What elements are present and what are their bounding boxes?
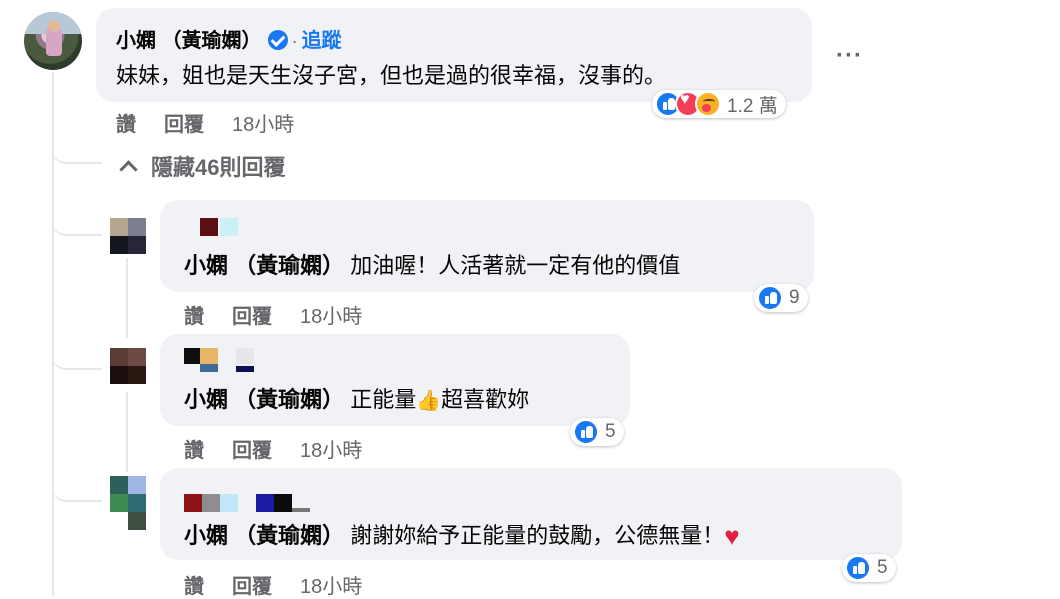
reply-bubble: 小嫻 （黃瑜嫻） 正能量👍超喜歡妳 <box>160 334 630 426</box>
reply-button[interactable]: 回覆 <box>232 306 272 328</box>
verified-badge-icon <box>267 30 288 50</box>
reaction-count: 9 <box>789 287 800 308</box>
reply-author-name-obscured <box>184 494 314 512</box>
reply-button[interactable]: 回覆 <box>232 440 272 462</box>
reply-actions: 讚 回覆 18小時 <box>184 434 362 463</box>
reply-avatar[interactable] <box>110 218 146 254</box>
comment-time[interactable]: 18小時 <box>232 114 294 136</box>
reply-avatar[interactable] <box>110 348 146 384</box>
separator-dot: · <box>291 31 298 51</box>
like-reaction-icon <box>573 419 599 445</box>
reply-time[interactable]: 18小時 <box>300 306 362 328</box>
reply-button[interactable]: 回覆 <box>164 114 204 136</box>
reply-text-after-emoji: 超喜歡妳 <box>441 387 530 412</box>
avatar[interactable] <box>24 12 82 70</box>
comment-actions: 讚 回覆 18小時 <box>116 108 294 137</box>
comment-author[interactable]: 小嫻 （黃瑜嫻） <box>116 30 262 52</box>
like-button[interactable]: 讚 <box>116 114 136 136</box>
reply-text: 加油喔！人活著就一定有他的價值 <box>344 253 681 278</box>
comment-text: 妹妹，姐也是天生沒子宮，但也是過的很幸福，沒事的。 <box>116 63 667 88</box>
mention-link[interactable]: 小嫻 （黃瑜嫻） <box>184 523 344 548</box>
thread-line-reply <box>126 258 128 338</box>
thread-connector <box>52 478 102 502</box>
hide-replies-label: 隱藏46則回覆 <box>151 155 286 180</box>
reply-avatar[interactable] <box>110 476 146 530</box>
reaction-count: 5 <box>605 421 616 442</box>
like-button[interactable]: 讚 <box>184 306 204 328</box>
care-reaction-icon <box>695 91 721 117</box>
reaction-summary[interactable]: 1.2 萬 <box>652 90 786 118</box>
reaction-summary[interactable]: 5 <box>842 554 896 582</box>
reply-actions: 讚 回覆 18小時 <box>184 570 362 599</box>
mention-link[interactable]: 小嫻 （黃瑜嫻） <box>184 387 344 412</box>
reply-author-name-obscured <box>184 348 268 374</box>
thread-connector <box>52 140 102 164</box>
reply-time[interactable]: 18小時 <box>300 440 362 462</box>
reply-author-name-obscured <box>200 218 238 236</box>
thread-connector <box>52 212 102 236</box>
chevron-up-icon <box>119 159 138 179</box>
reply-button[interactable]: 回覆 <box>232 576 272 598</box>
reply-time[interactable]: 18小時 <box>300 576 362 598</box>
reaction-count: 5 <box>877 557 888 578</box>
thread-line-reply <box>126 392 128 472</box>
mention-link[interactable]: 小嫻 （黃瑜嫻） <box>184 253 344 278</box>
reply-bubble: 小嫻 （黃瑜嫻） 謝謝妳給予正能量的鼓勵，公德無量！♥ <box>160 468 902 560</box>
thumbs-up-emoji-icon: 👍 <box>416 390 442 412</box>
comment-bubble: 小嫻 （黃瑜嫻） · 追蹤 妹妹，姐也是天生沒子宮，但也是過的很幸福，沒事的。 <box>96 8 812 102</box>
reaction-count: 1.2 萬 <box>727 95 778 117</box>
follow-button[interactable]: 追蹤 <box>302 30 342 52</box>
reply-text: 正能量 <box>344 387 417 412</box>
like-reaction-icon <box>845 555 871 581</box>
reaction-summary[interactable]: 9 <box>754 284 808 312</box>
thread-connector <box>52 346 102 370</box>
like-button[interactable]: 讚 <box>184 576 204 598</box>
reaction-summary[interactable]: 5 <box>570 418 624 446</box>
hide-replies-toggle[interactable]: 隱藏46則回覆 <box>118 150 285 182</box>
reply-bubble: 小嫻 （黃瑜嫻） 加油喔！人活著就一定有他的價值 <box>160 200 814 292</box>
reply-actions: 讚 回覆 18小時 <box>184 300 362 329</box>
reply-text: 謝謝妳給予正能量的鼓勵，公德無量！ <box>344 523 725 548</box>
like-reaction-icon <box>757 285 783 311</box>
more-options-icon[interactable]: ··· <box>836 42 863 70</box>
like-button[interactable]: 讚 <box>184 440 204 462</box>
red-heart-emoji-icon: ♥ <box>724 521 740 551</box>
